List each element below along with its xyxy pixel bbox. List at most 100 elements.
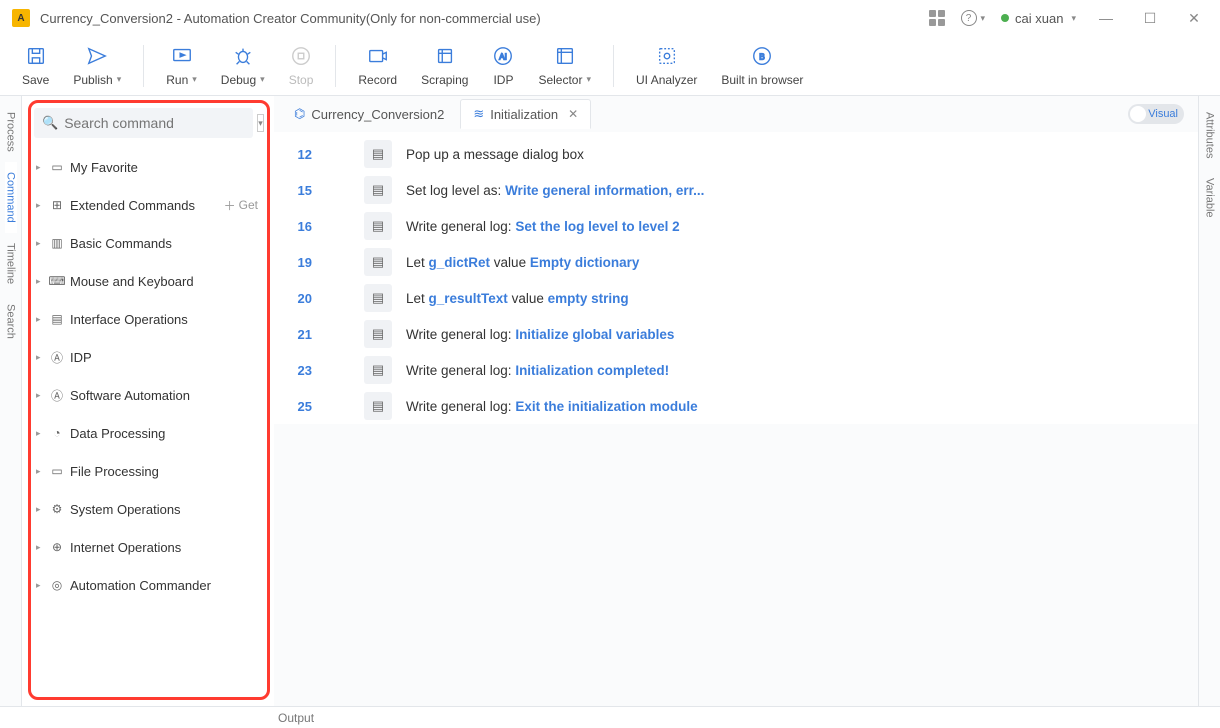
code-row[interactable]: 16 ▤ Write general log: Set the log leve… — [274, 208, 1198, 244]
get-button[interactable]: ＋Get — [224, 197, 266, 214]
code-row[interactable]: 19 ▤ Let g_dictRet value Empty dictionar… — [274, 244, 1198, 280]
code-row[interactable]: 21 ▤ Write general log: Initialize globa… — [274, 316, 1198, 352]
caret-icon: ▸ — [36, 504, 44, 515]
category-icon: ▭ — [50, 160, 64, 174]
code-row[interactable]: 15 ▤ Set log level as: Write general inf… — [274, 172, 1198, 208]
editor-area: ⌬ Currency_Conversion2 ≋ Initialization … — [274, 96, 1198, 706]
rail-tab-attributes[interactable]: Attributes — [1204, 102, 1216, 168]
user-menu[interactable]: cai xuan ▾ — [1001, 11, 1076, 26]
rail-tab-variable[interactable]: Variable — [1204, 168, 1216, 228]
minimize-button[interactable]: — — [1092, 10, 1120, 26]
caret-icon: ▸ — [36, 162, 44, 173]
browser-button[interactable]: BBuilt in browser — [721, 45, 803, 87]
status-dot-icon — [1001, 14, 1009, 22]
rail-tab-search[interactable]: Search — [5, 294, 17, 349]
category-icon: Ⓐ — [50, 350, 64, 364]
caret-icon: ▸ — [36, 466, 44, 477]
tree-item[interactable]: ▸ ◔ Data Processing — [30, 414, 266, 452]
tree-item-label: Extended Commands — [70, 198, 195, 213]
line-number: 19 — [274, 255, 324, 270]
tree-item-label: Internet Operations — [70, 540, 181, 555]
svg-text:B: B — [760, 52, 766, 61]
tree-item-label: File Processing — [70, 464, 159, 479]
right-rail: Attributes Variable — [1198, 96, 1220, 706]
expand-panel-button[interactable]: ▾ — [257, 114, 264, 132]
tree-item[interactable]: ▸ ▭ My Favorite — [30, 148, 266, 186]
category-icon: ▭ — [50, 464, 64, 478]
apps-icon[interactable] — [929, 10, 945, 26]
tree-item-label: My Favorite — [70, 160, 138, 175]
idp-icon: AI — [492, 45, 514, 67]
code-row[interactable]: 23 ▤ Write general log: Initialization c… — [274, 352, 1198, 388]
caret-icon: ▸ — [36, 428, 44, 439]
tree-item[interactable]: ▸ Ⓐ IDP — [30, 338, 266, 376]
code-row[interactable]: 20 ▤ Let g_resultText value empty string — [274, 280, 1198, 316]
svg-text:AI: AI — [500, 52, 508, 61]
row-icon: ▤ — [364, 392, 392, 420]
plus-icon: ＋ — [224, 197, 236, 214]
debug-icon — [232, 45, 254, 67]
code-row[interactable]: 12 ▤ Pop up a message dialog box — [274, 136, 1198, 172]
ui-analyzer-button[interactable]: UI Analyzer — [636, 45, 697, 87]
scraping-button[interactable]: Scraping — [421, 45, 468, 87]
category-icon: ▤ — [50, 312, 64, 326]
tree-item[interactable]: ▸ ▤ Interface Operations — [30, 300, 266, 338]
selector-icon — [554, 45, 576, 67]
row-text: Let g_resultText value empty string — [406, 291, 629, 306]
tree-item-label: Automation Commander — [70, 578, 211, 593]
maximize-button[interactable]: ☐ — [1136, 10, 1164, 27]
publish-button[interactable]: Publish▾ — [73, 45, 121, 87]
tree-item[interactable]: ▸ Ⓐ Software Automation — [30, 376, 266, 414]
rail-tab-process[interactable]: Process — [5, 102, 17, 162]
tree-item-label: IDP — [70, 350, 92, 365]
row-icon: ▤ — [364, 284, 392, 312]
row-text: Write general log: Exit the initializati… — [406, 399, 698, 414]
tree-item[interactable]: ▸ ⚙ System Operations — [30, 490, 266, 528]
help-button[interactable]: ? ▾ — [961, 10, 986, 26]
close-button[interactable]: ✕ — [1180, 10, 1208, 27]
user-name: cai xuan — [1015, 11, 1063, 26]
run-button[interactable]: Run▾ — [166, 45, 197, 87]
line-number: 15 — [274, 183, 324, 198]
chevron-down-icon: ▾ — [981, 13, 986, 24]
idp-button[interactable]: AIIDP — [492, 45, 514, 87]
tree-item-label: Mouse and Keyboard — [70, 274, 194, 289]
tree-item[interactable]: ▸ ▭ File Processing — [30, 452, 266, 490]
tree-item-label: Basic Commands — [70, 236, 172, 251]
search-box[interactable]: 🔍 — [34, 108, 253, 138]
row-icon: ▤ — [364, 248, 392, 276]
category-icon: ◎ — [50, 578, 64, 592]
caret-icon: ▸ — [36, 276, 44, 287]
debug-button[interactable]: Debug▾ — [221, 45, 265, 87]
caret-icon: ▸ — [36, 580, 44, 591]
selector-button[interactable]: Selector▾ — [538, 45, 591, 87]
tab-currency-conversion[interactable]: ⌬ Currency_Conversion2 — [282, 99, 456, 129]
visual-toggle[interactable]: Visual — [1128, 104, 1184, 124]
search-icon: 🔍 — [42, 115, 58, 131]
search-input[interactable] — [64, 115, 245, 131]
row-icon: ▤ — [364, 212, 392, 240]
tree-item[interactable]: ▸ ⌨ Mouse and Keyboard — [30, 262, 266, 300]
title-bar: A Currency_Conversion2 - Automation Crea… — [0, 0, 1220, 36]
stop-icon — [290, 45, 312, 67]
tree-item[interactable]: ▸ ▥ Basic Commands — [30, 224, 266, 262]
tree-item[interactable]: ▸ ⊕ Internet Operations — [30, 528, 266, 566]
category-icon: Ⓐ — [50, 388, 64, 402]
save-icon — [25, 45, 47, 67]
flow-icon: ⌬ — [294, 106, 305, 122]
category-icon: ⌨ — [50, 274, 64, 288]
tree-item[interactable]: ▸ ◎ Automation Commander — [30, 566, 266, 604]
category-icon: ◔ — [50, 426, 64, 440]
tree-item-label: Data Processing — [70, 426, 165, 441]
record-button[interactable]: Record — [358, 45, 397, 87]
save-button[interactable]: Save — [22, 45, 49, 87]
tree-item[interactable]: ▸ ⊞ Extended Commands＋Get — [30, 186, 266, 224]
close-icon[interactable]: ✕ — [568, 107, 578, 121]
output-bar[interactable]: Output — [0, 706, 1220, 728]
caret-icon: ▸ — [36, 390, 44, 401]
rail-tab-timeline[interactable]: Timeline — [5, 233, 17, 294]
caret-icon: ▸ — [36, 238, 44, 249]
rail-tab-command[interactable]: Command — [5, 162, 17, 233]
code-row[interactable]: 25 ▤ Write general log: Exit the initial… — [274, 388, 1198, 424]
tab-initialization[interactable]: ≋ Initialization ✕ — [460, 99, 591, 129]
